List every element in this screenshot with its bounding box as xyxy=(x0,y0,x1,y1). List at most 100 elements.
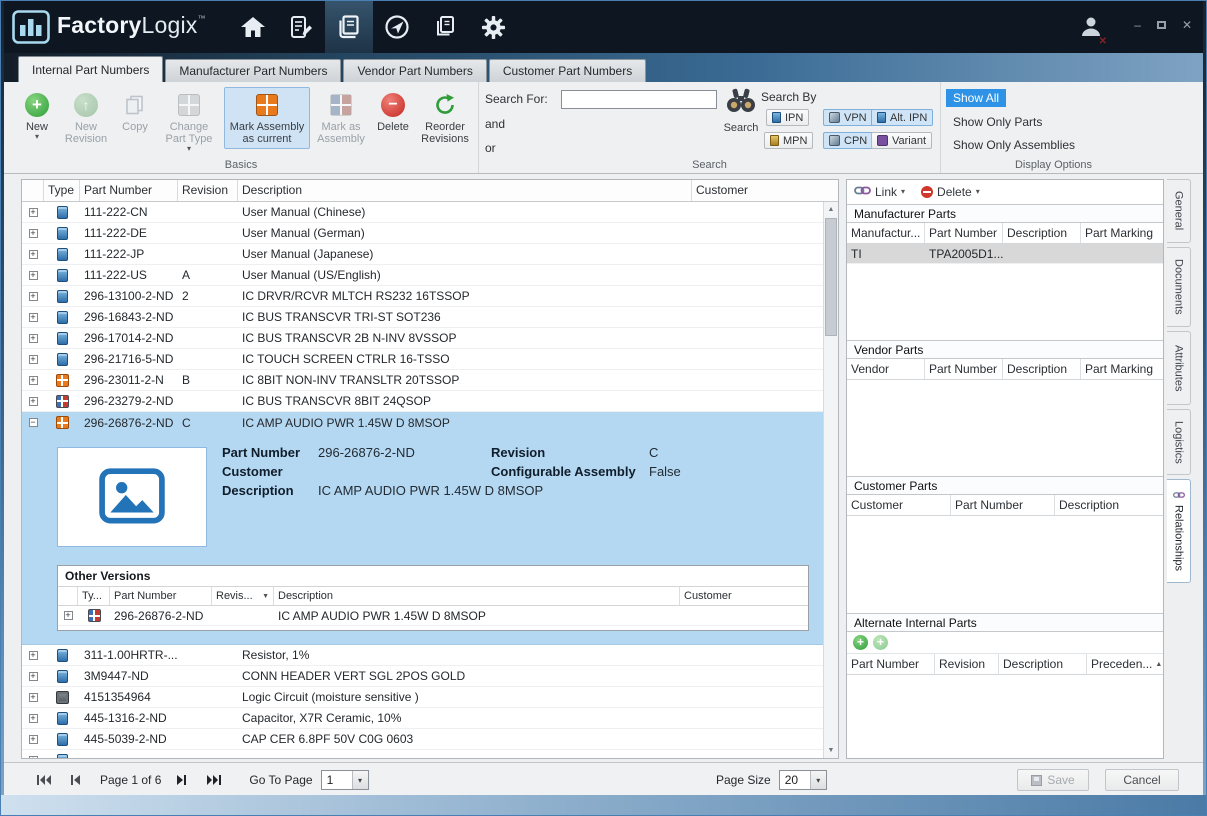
save-button[interactable]: Save xyxy=(1017,769,1089,791)
reorder-revisions-button[interactable]: Reorder Revisions xyxy=(416,87,474,149)
row-expand-toggle[interactable]: + xyxy=(28,291,38,301)
close-button[interactable]: ✕ xyxy=(1182,19,1192,31)
column-header[interactable]: Part Marking xyxy=(1081,359,1163,379)
column-header[interactable]: Description xyxy=(274,587,680,605)
row-expand-toggle[interactable]: + xyxy=(28,755,38,758)
row-expand-toggle[interactable]: + xyxy=(28,713,38,723)
filter-vpn[interactable]: VPN xyxy=(823,109,873,126)
table-row[interactable]: − 296-26876-2-ND C IC AMP AUDIO PWR 1.45W D… xyxy=(22,412,823,433)
work-instructions-icon[interactable] xyxy=(277,1,325,53)
user-account-icon[interactable]: ✕ xyxy=(1078,14,1107,47)
settings-gear-icon[interactable] xyxy=(469,1,517,53)
minimize-button[interactable]: – xyxy=(1134,19,1141,31)
row-expand-toggle[interactable]: + xyxy=(28,249,38,259)
page-size-select[interactable]: 20 ▾ xyxy=(778,770,827,790)
table-row[interactable]: +311-1.00HRTR-... Resistor, 1% xyxy=(22,645,823,666)
row-expand-toggle[interactable]: + xyxy=(28,396,38,406)
search-input[interactable] xyxy=(561,90,717,109)
change-part-type-button[interactable]: Change Part Type ▾ xyxy=(156,87,222,157)
go-to-page-select[interactable]: 1 ▾ xyxy=(320,770,369,790)
new-revision-button[interactable]: ↑ New Revision xyxy=(58,87,114,149)
filter-ipn[interactable]: IPN xyxy=(766,109,810,126)
tab-customer-part-numbers[interactable]: Customer Part Numbers xyxy=(488,59,647,82)
table-row[interactable]: +296-26876-2-ND IC AMP AUDIO PWR 1.45W D … xyxy=(58,606,808,626)
add-alternate-part-button[interactable]: + xyxy=(853,635,868,650)
row-expand-toggle[interactable]: + xyxy=(28,650,38,660)
column-header[interactable]: Description xyxy=(1003,359,1081,379)
scroll-down-icon[interactable]: ▼ xyxy=(824,743,838,758)
table-row[interactable]: +445-1316-2-ND Capacitor, X7R Ceramic, 10… xyxy=(22,708,823,729)
last-page-button[interactable] xyxy=(203,772,223,788)
column-header[interactable]: Part Number xyxy=(925,223,1003,243)
row-expand-toggle[interactable]: + xyxy=(28,375,38,385)
row-expand-toggle[interactable]: + xyxy=(63,611,73,620)
column-header[interactable]: Vendor xyxy=(847,359,925,379)
table-row[interactable]: +445-5039-2-ND CAP CER 6.8PF 50V C0G 0603 xyxy=(22,729,823,750)
row-expand-toggle[interactable]: − xyxy=(28,418,38,427)
row-expand-toggle[interactable]: + xyxy=(28,692,38,702)
unlink-delete-button[interactable]: Delete ▾ xyxy=(921,185,980,199)
row-expand-toggle[interactable]: + xyxy=(28,333,38,343)
filter-mpn[interactable]: MPN xyxy=(764,132,814,149)
link-button[interactable]: Link ▾ xyxy=(854,185,905,199)
column-header-customer[interactable]: Customer xyxy=(692,180,838,201)
row-expand-toggle[interactable]: + xyxy=(28,207,38,217)
new-button[interactable]: + New ▾ xyxy=(18,87,56,145)
column-header[interactable]: Customer xyxy=(847,495,951,515)
table-row[interactable]: +296-23011-2-N B IC 8BIT NON-INV TRANSLTR … xyxy=(22,370,823,391)
tab-internal-part-numbers[interactable]: Internal Part Numbers xyxy=(18,56,164,82)
row-expand-toggle[interactable]: + xyxy=(28,354,38,364)
scroll-up-icon[interactable]: ▲ xyxy=(824,202,838,217)
table-row[interactable]: +3M9447-ND CONN HEADER VERT SGL 2POS GOLD xyxy=(22,666,823,687)
column-header[interactable]: Customer xyxy=(680,587,808,605)
row-expand-toggle[interactable]: + xyxy=(28,228,38,238)
table-row[interactable]: +296-16843-2-ND IC BUS TRANSCVR TRI-ST SO… xyxy=(22,307,823,328)
filter-variant[interactable]: Variant xyxy=(871,132,933,149)
scrollbar-thumb[interactable] xyxy=(825,218,837,336)
add-alternate-group-button[interactable]: + xyxy=(873,635,888,650)
column-header-description[interactable]: Description xyxy=(238,180,692,201)
home-icon[interactable] xyxy=(229,1,277,53)
table-row[interactable]: + xyxy=(22,750,823,758)
maximize-button[interactable] xyxy=(1156,21,1166,29)
filter-cpn[interactable]: CPN xyxy=(823,132,874,149)
column-header[interactable]: Part Number xyxy=(925,359,1003,379)
filter-alt-ipn[interactable]: Alt. IPN xyxy=(871,109,934,126)
table-row[interactable]: +111-222-US A User Manual (US/English) xyxy=(22,265,823,286)
search-button[interactable]: Search xyxy=(717,86,765,134)
table-row[interactable]: +296-13100-2-ND 2 IC DRVR/RCVR MLTCH RS232… xyxy=(22,286,823,307)
column-header[interactable]: Revision xyxy=(935,654,999,674)
row-expand-toggle[interactable]: + xyxy=(28,734,38,744)
table-row[interactable]: +296-21716-5-ND IC TOUCH SCREEN CTRLR 16-… xyxy=(22,349,823,370)
column-header-revision[interactable]: Revision xyxy=(178,180,238,201)
side-tab-documents[interactable]: Documents xyxy=(1167,247,1191,327)
column-header[interactable]: Description xyxy=(1055,495,1163,515)
row-expand-toggle[interactable]: + xyxy=(28,270,38,280)
part-numbers-icon[interactable] xyxy=(325,1,373,53)
table-row[interactable]: +296-23279-2-ND IC BUS TRANSCVR 8BIT 24QS… xyxy=(22,391,823,412)
documents-icon[interactable] xyxy=(421,1,469,53)
side-tab-logistics[interactable]: Logistics xyxy=(1167,409,1191,475)
side-tab-general[interactable]: General xyxy=(1167,179,1191,243)
column-header[interactable]: Revis... ▼ xyxy=(212,587,274,605)
table-row[interactable]: TI TPA2005D1... xyxy=(847,244,1163,264)
show-only-parts-option[interactable]: Show Only Parts xyxy=(946,113,1049,131)
column-header[interactable]: Part Number xyxy=(110,587,212,605)
column-header[interactable]: Preceden... ▲ xyxy=(1087,654,1163,674)
column-header[interactable]: Ty... xyxy=(78,587,110,605)
part-image-placeholder[interactable] xyxy=(57,447,207,547)
column-header-type[interactable]: Type xyxy=(44,180,80,201)
mark-assembly-as-current-button[interactable]: Mark Assembly as current xyxy=(224,87,310,149)
column-header[interactable]: Description xyxy=(999,654,1087,674)
table-row[interactable]: +111-222-CN User Manual (Chinese) xyxy=(22,202,823,223)
table-row[interactable]: +4151354964 Logic Circuit (moisture sensi… xyxy=(22,687,823,708)
row-expand-toggle[interactable]: + xyxy=(28,312,38,322)
dispatch-icon[interactable] xyxy=(373,1,421,53)
delete-button[interactable]: − Delete xyxy=(372,87,414,137)
table-row[interactable]: +296-17014-2-ND IC BUS TRANSCVR 2B N-INV … xyxy=(22,328,823,349)
table-row[interactable]: +111-222-DE User Manual (German) xyxy=(22,223,823,244)
vertical-scrollbar[interactable]: ▲ ▼ xyxy=(823,202,838,758)
mark-as-assembly-button[interactable]: Mark as Assembly xyxy=(312,87,370,149)
previous-page-button[interactable] xyxy=(66,772,86,788)
column-header[interactable]: Part Number xyxy=(847,654,935,674)
